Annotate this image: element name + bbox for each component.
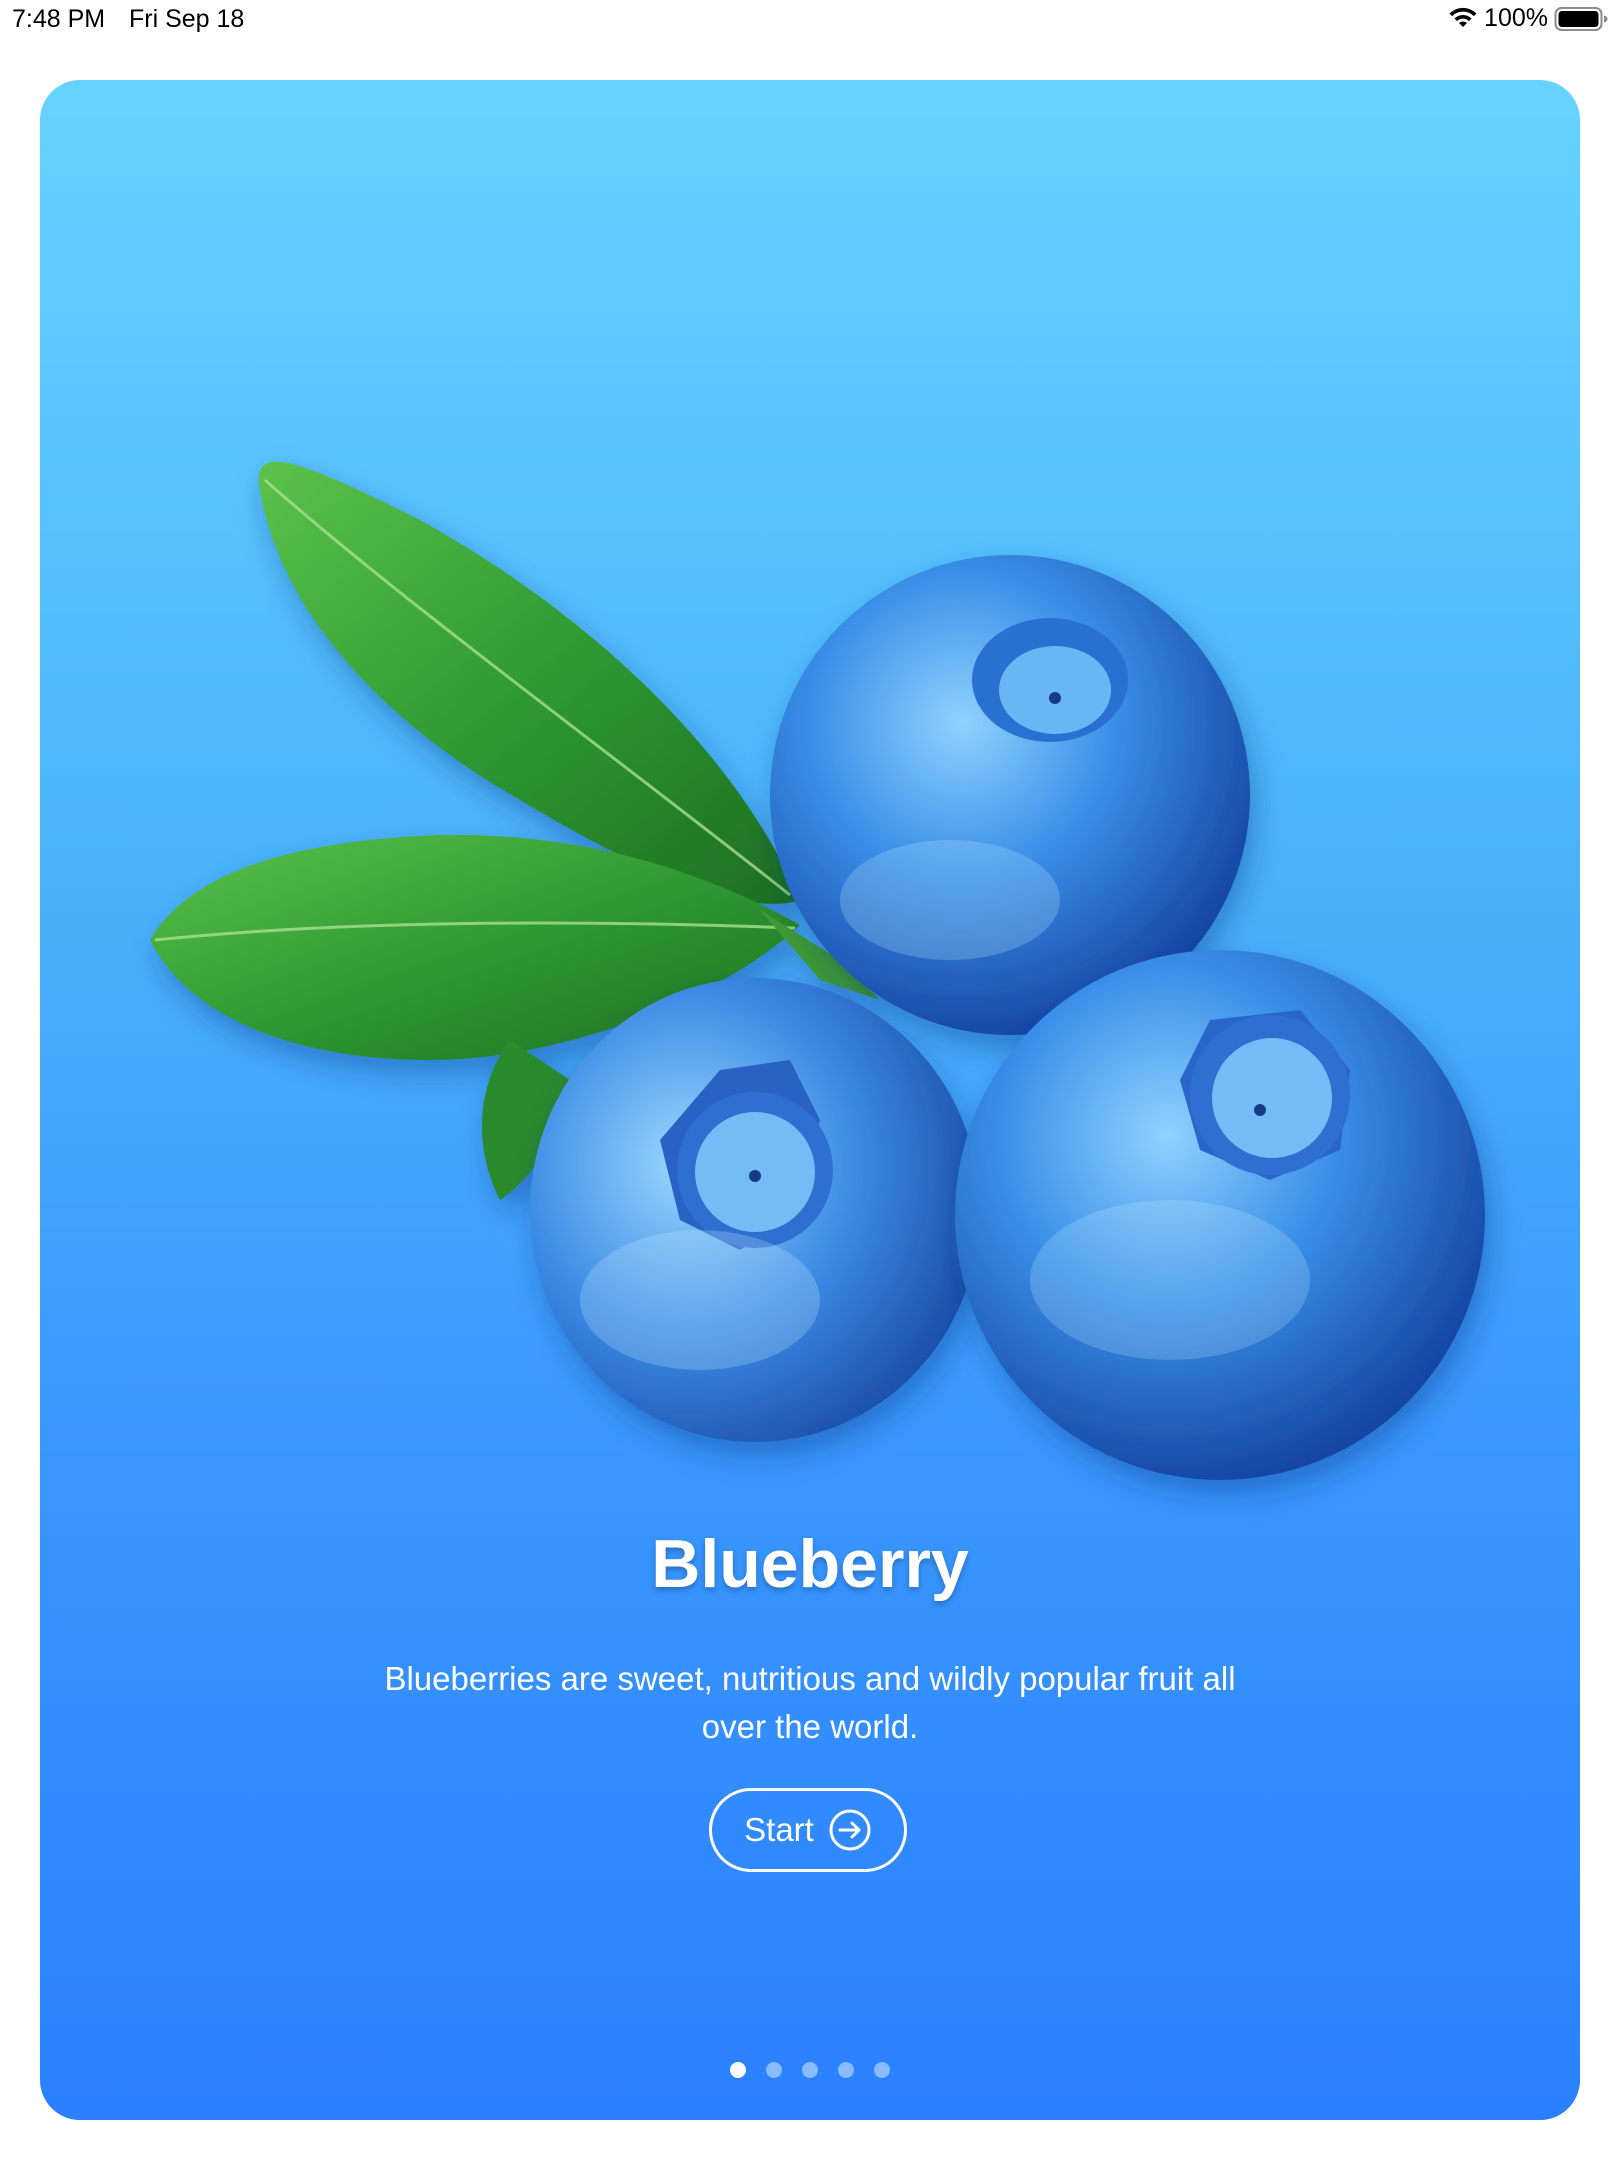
page-dot-3[interactable] (802, 2062, 818, 2078)
wifi-icon (1448, 7, 1478, 31)
slide-description: Blueberries are sweet, nutritious and wi… (384, 1660, 1236, 1745)
slide-title: Blueberry (651, 1526, 969, 1602)
battery-percent: 100% (1484, 4, 1548, 32)
status-date: Fri Sep 18 (129, 5, 245, 33)
onboarding-card: Blueberry Blueberries are sweet, nutriti… (40, 80, 1580, 2120)
arrow-circle-right-icon (828, 1808, 872, 1852)
blueberry-illustration (100, 380, 1550, 1540)
page-indicator (40, 2062, 1580, 2078)
status-bar: 7:48 PM Fri Sep 18 100% (0, 0, 1620, 40)
battery-icon (1554, 6, 1608, 32)
start-button[interactable]: Start (709, 1788, 907, 1872)
start-button-label: Start (744, 1811, 814, 1848)
status-time: 7:48 PM (12, 5, 106, 33)
status-indicators: 100% (1448, 4, 1608, 33)
page-dot-4[interactable] (838, 2062, 854, 2078)
berry-right (955, 950, 1485, 1480)
page-dot-1[interactable] (730, 2062, 746, 2078)
page-dot-2[interactable] (766, 2062, 782, 2078)
berry-left (530, 978, 980, 1442)
page-dot-5[interactable] (874, 2062, 890, 2078)
